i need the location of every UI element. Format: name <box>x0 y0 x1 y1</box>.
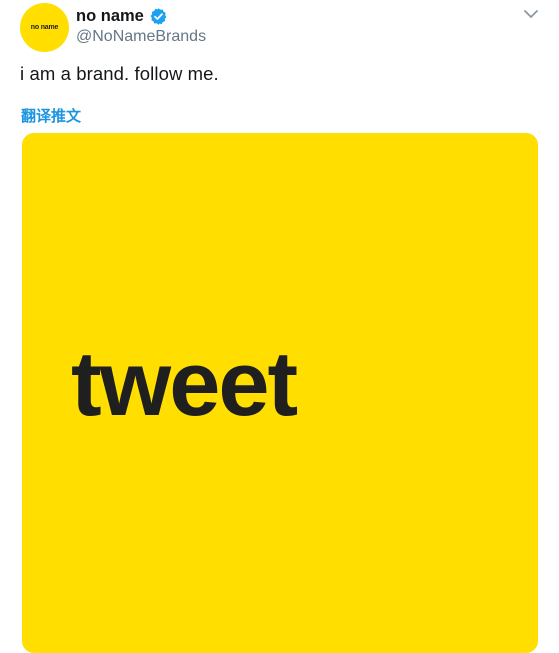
avatar[interactable]: no name <box>20 3 69 52</box>
media-image-text: tweet <box>71 333 298 435</box>
tweet-text: i am a brand. follow me. <box>20 63 219 84</box>
author-handle[interactable]: @NoNameBrands <box>76 28 206 46</box>
translate-tweet-link[interactable]: 翻译推文 <box>21 105 81 126</box>
author-display-name[interactable]: no name <box>76 7 144 26</box>
tweet-card: no name no name @NoNameBrands i am a bra… <box>0 0 559 653</box>
verified-badge-icon <box>150 7 167 25</box>
tweet-media-image[interactable]: tweet <box>22 133 538 653</box>
avatar-logo-text: no name <box>30 24 59 31</box>
chevron-down-icon[interactable] <box>523 8 539 20</box>
author-name-row: no name <box>76 5 168 27</box>
